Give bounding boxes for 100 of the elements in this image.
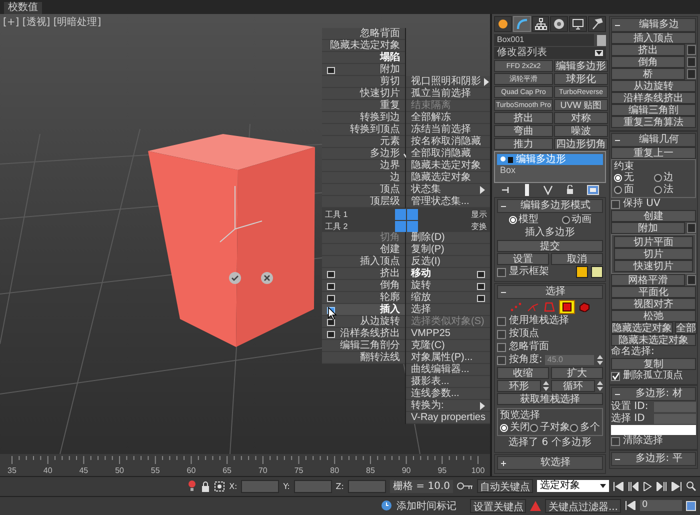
checkbox[interactable]	[611, 436, 620, 446]
panel-button[interactable]: 收缩	[497, 367, 549, 379]
panel-button[interactable]: 从边旋转	[611, 80, 696, 92]
panel-button[interactable]: 切片平面	[614, 236, 693, 248]
menu-item[interactable]: 沿样条线挤出	[322, 328, 405, 340]
radio-button[interactable]	[654, 174, 662, 182]
settings-button[interactable]	[687, 223, 696, 233]
checkbox[interactable]	[497, 342, 506, 352]
quad-center-icon[interactable]	[406, 220, 418, 232]
panel-button[interactable]: 复制	[611, 358, 696, 370]
modifier-button[interactable]: 四边形切角	[554, 138, 608, 150]
panel-button[interactable]: 挤出	[611, 44, 685, 56]
menu-item[interactable]: 孤立当前选择	[406, 88, 490, 100]
auto-key-button[interactable]: 自动关键点	[477, 479, 533, 494]
panel-button[interactable]: 网格平滑	[611, 274, 685, 286]
menu-item[interactable]: 冻结当前选择	[406, 124, 490, 136]
fork-icon[interactable]	[542, 185, 553, 195]
menu-item[interactable]: 管理状态集...	[406, 196, 490, 208]
lock-icon[interactable]	[566, 185, 574, 195]
next-frame-icon[interactable]	[656, 482, 667, 491]
spinner-icon[interactable]	[597, 355, 603, 365]
viewport-tab[interactable]: 校数值	[4, 2, 42, 14]
menu-item[interactable]: 转换到顶点	[322, 124, 405, 136]
timeline-ruler[interactable]	[0, 454, 490, 476]
panel-button[interactable]: 编辑三角剖	[611, 104, 696, 116]
modifier-button[interactable]: 对称	[554, 112, 608, 124]
panel-button[interactable]: 松弛	[611, 310, 696, 322]
coordinate-field[interactable]	[294, 480, 332, 493]
panel-button[interactable]: 桥	[611, 68, 685, 80]
menu-item[interactable]: 曲线编辑器...	[406, 364, 490, 376]
panel-button[interactable]: 平面化	[611, 286, 696, 298]
play-icon[interactable]	[643, 482, 652, 491]
stack-item[interactable]: Box	[497, 165, 603, 176]
input-field[interactable]	[611, 425, 696, 435]
menu-item[interactable]: 编辑三角剖分	[322, 340, 405, 352]
panel-button[interactable]: 设置	[497, 253, 549, 265]
modifier-button[interactable]: 噪波	[554, 125, 608, 137]
panel-button[interactable]: 倒角	[611, 56, 685, 68]
menu-item[interactable]: 快速切片	[322, 88, 405, 100]
menu-item[interactable]: 创建	[322, 244, 405, 256]
set-key-button[interactable]: 设置关键点	[470, 498, 526, 513]
go-to-end-icon[interactable]	[671, 482, 682, 491]
option-box-icon[interactable]	[327, 66, 335, 74]
modifier-button[interactable]: 挤出	[494, 112, 553, 124]
panel-tab[interactable]	[532, 16, 550, 32]
modifier-button[interactable]: UVW 贴图	[554, 99, 608, 111]
menu-item[interactable]: 附加	[322, 64, 405, 76]
menu-item[interactable]: 边	[322, 172, 405, 184]
key-mode-dropdown[interactable]: 选定对象	[537, 480, 609, 492]
menu-item[interactable]: 缩放	[406, 292, 490, 304]
menu-item[interactable]: 边界	[322, 160, 405, 172]
viewport-label[interactable]: [+] [透视] [明暗处理]	[3, 15, 102, 29]
radio-button[interactable]	[530, 424, 538, 432]
menu-item[interactable]: 移动	[406, 268, 490, 280]
filter-icon[interactable]	[530, 500, 542, 511]
panel-button[interactable]: 附加	[611, 222, 685, 234]
rollout-header[interactable]: 编辑多边形模式	[497, 199, 603, 213]
menu-item[interactable]: 按名称取消隐藏	[406, 136, 490, 148]
rollout-header[interactable]: 编辑几何	[611, 133, 696, 147]
checkbox[interactable]	[497, 316, 506, 326]
menu-item[interactable]: 隐藏选定对象	[406, 172, 490, 184]
option-box-icon[interactable]	[477, 282, 485, 290]
show-end-result-icon[interactable]	[524, 184, 530, 196]
spinner-icon[interactable]	[543, 381, 549, 391]
menu-item[interactable]: 剪切	[322, 76, 405, 88]
panel-button[interactable]: 扩大	[551, 367, 603, 379]
modifier-list-dropdown[interactable]: 修改器列表	[494, 47, 606, 59]
panel-button[interactable]: 循环	[551, 380, 595, 392]
coordinate-field[interactable]	[348, 480, 386, 493]
rollout-header[interactable]: 选择	[497, 285, 603, 299]
radio-button[interactable]	[614, 186, 622, 194]
menu-item[interactable]: 多边形	[322, 148, 405, 160]
menu-item[interactable]: 忽略背面	[322, 28, 405, 40]
panel-button[interactable]: 提交	[497, 240, 603, 252]
menu-item[interactable]: 视口照明和阴影	[406, 76, 490, 88]
menu-item[interactable]: 顶层级	[322, 196, 405, 208]
modifier-button[interactable]: 球形化	[554, 73, 608, 85]
menu-item[interactable]: VMPP25	[406, 328, 490, 340]
menu-item[interactable]: 倒角	[322, 280, 405, 292]
previous-frame-icon[interactable]	[628, 482, 639, 491]
option-box-icon[interactable]	[327, 294, 335, 302]
menu-item[interactable]: 删除(D)	[406, 232, 490, 244]
zoom-icon[interactable]	[686, 481, 696, 492]
radio-button[interactable]	[562, 216, 570, 224]
panel-button[interactable]: 沿样条线挤出	[611, 92, 696, 104]
radio-button[interactable]	[570, 424, 578, 432]
menu-item[interactable]: 隐藏未选定对象	[322, 40, 405, 52]
panel-button[interactable]: 插入顶点	[611, 32, 696, 44]
rollout-header[interactable]: 多边形: 材	[611, 387, 696, 401]
menu-item[interactable]: 转换到边	[322, 112, 405, 124]
selection-icon[interactable]	[214, 480, 226, 492]
menu-item[interactable]: 全部取消隐藏	[406, 148, 490, 160]
object-color-swatch[interactable]	[597, 34, 606, 46]
panel-button[interactable]: 全部	[675, 322, 697, 334]
menu-item[interactable]: 全部解冻	[406, 112, 490, 124]
key-filters-button[interactable]: 关键点过滤器...	[545, 498, 621, 513]
menu-item[interactable]: 状态集	[406, 184, 490, 196]
panel-button[interactable]: 隐藏未选定对象	[611, 334, 696, 346]
option-box-icon[interactable]	[327, 318, 335, 326]
panel-button[interactable]: 重复三角算法	[611, 116, 696, 128]
